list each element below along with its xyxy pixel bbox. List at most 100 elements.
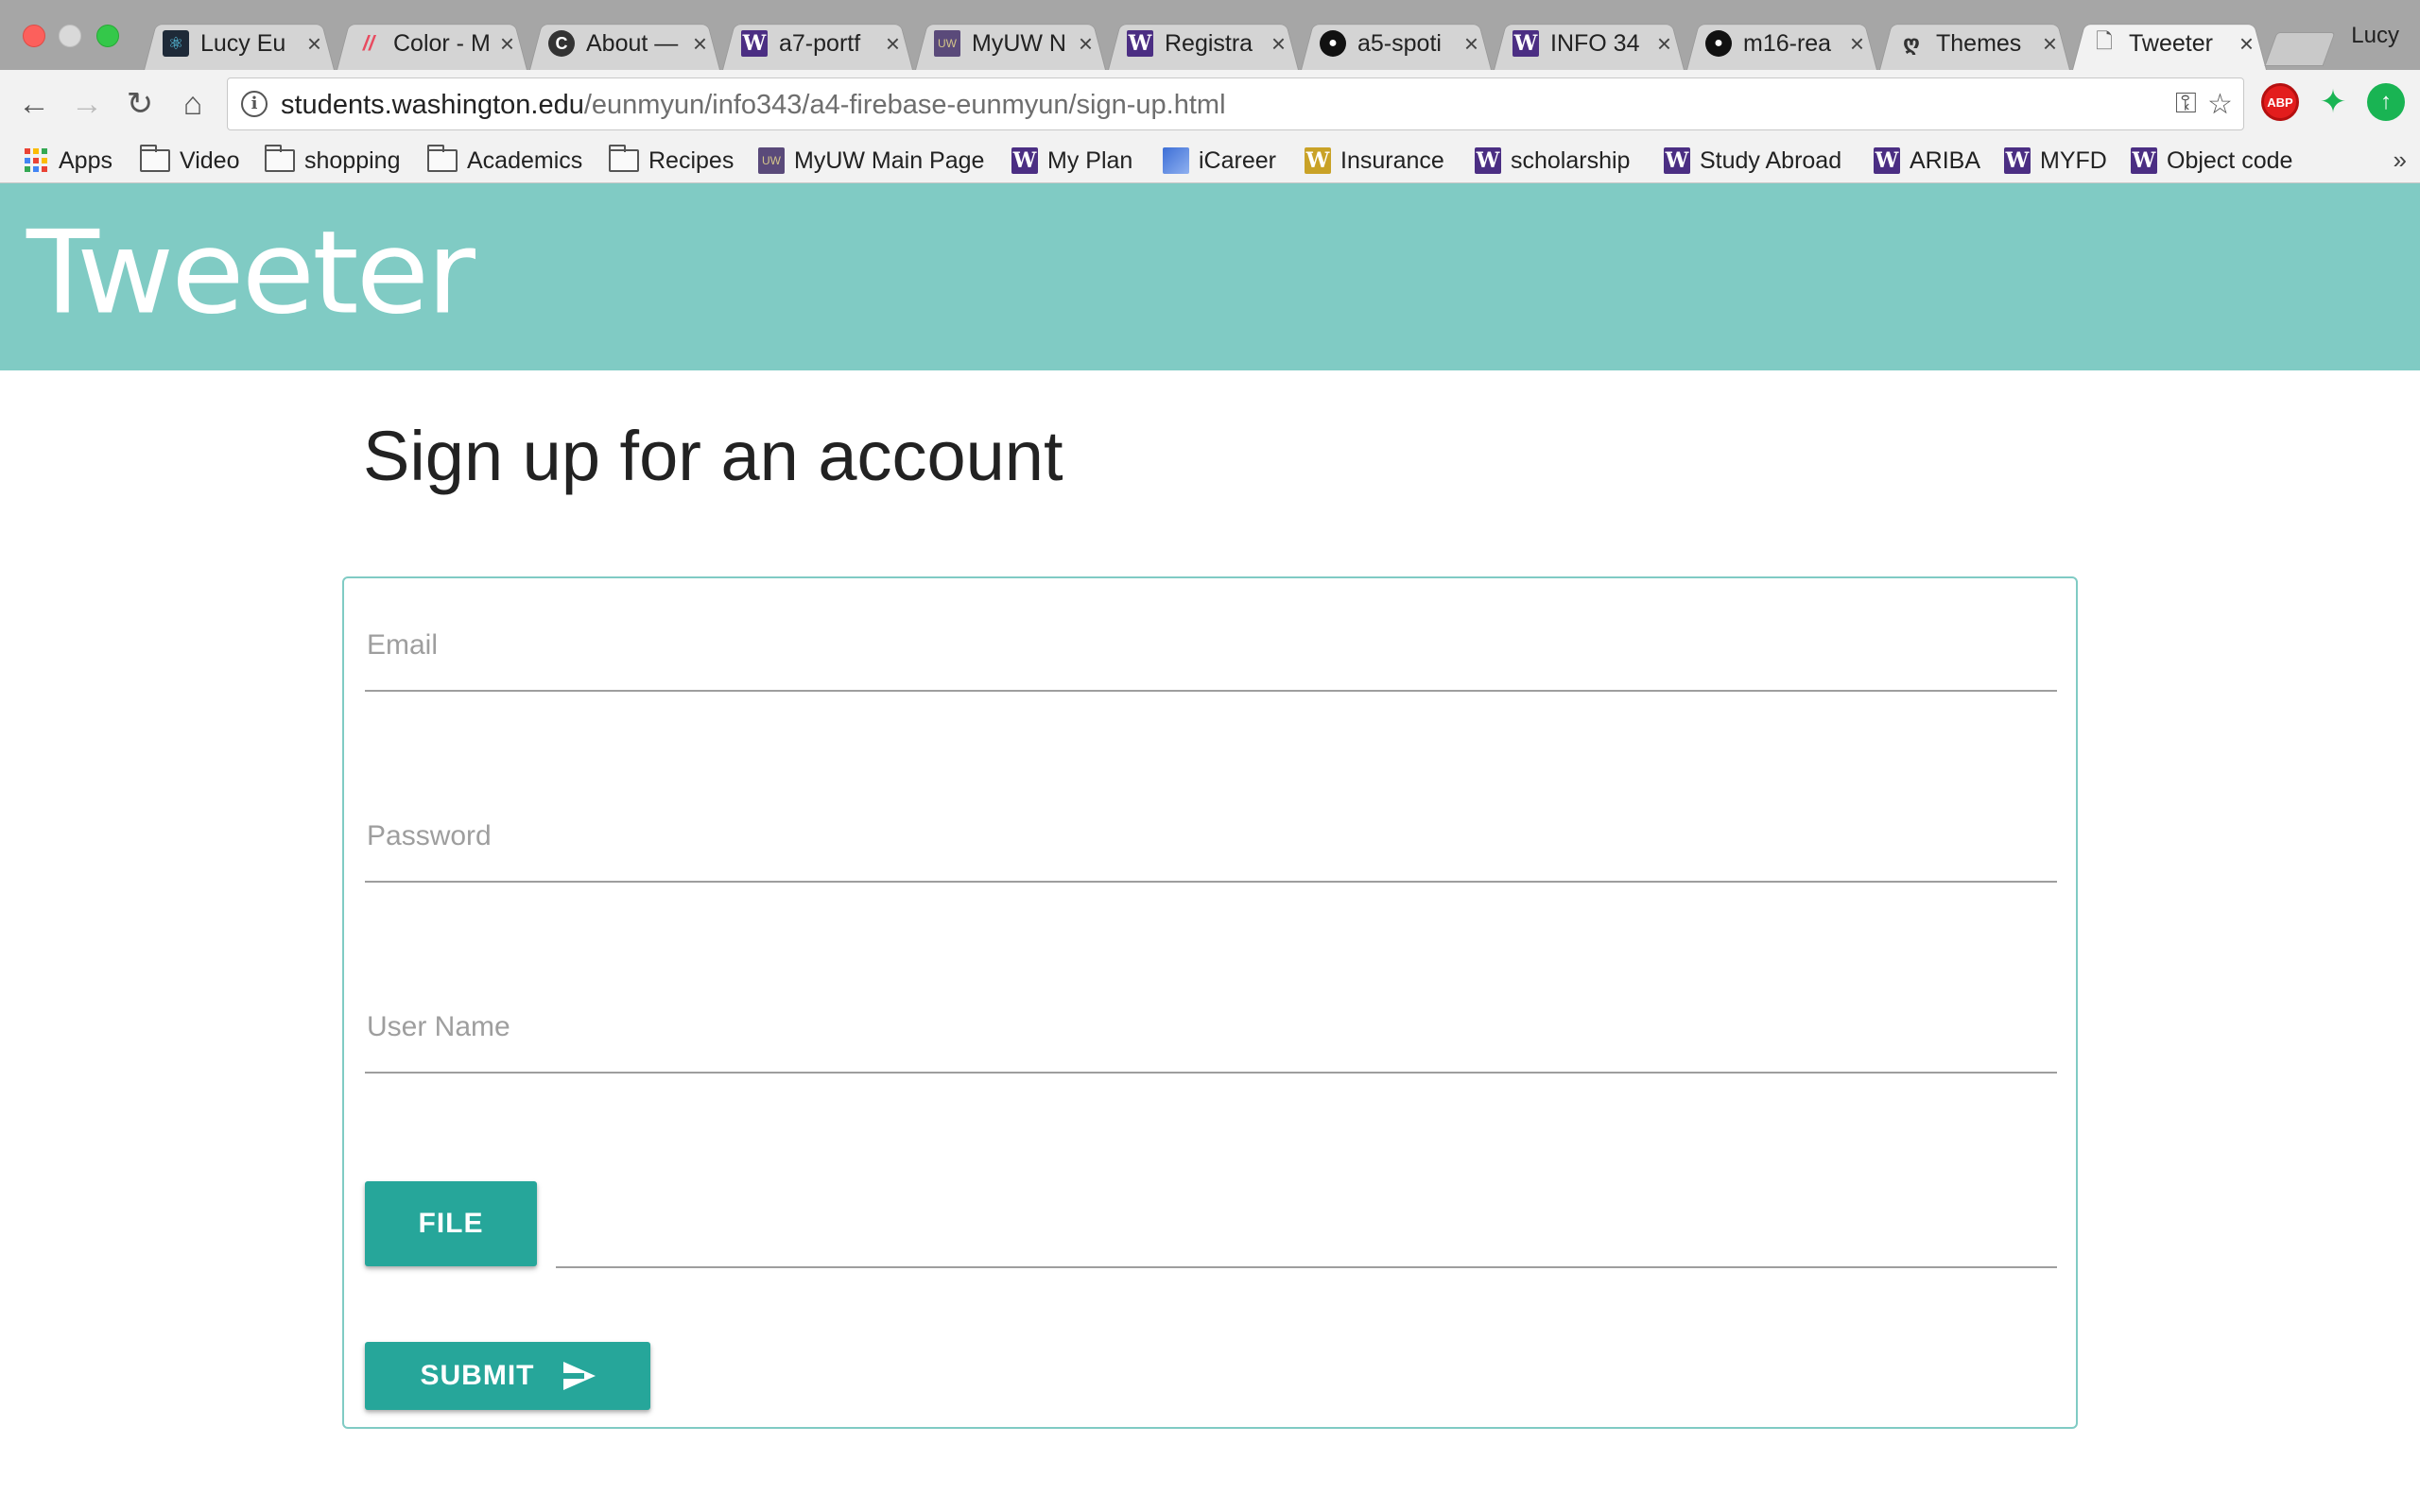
browser-tab[interactable]: UW MyUW N × bbox=[915, 17, 1106, 70]
extension-icon[interactable]: ✦ bbox=[2314, 83, 2352, 121]
bookmark-recipes[interactable]: Recipes bbox=[609, 144, 734, 178]
new-tab-button[interactable] bbox=[2271, 32, 2329, 66]
send-icon bbox=[562, 1362, 596, 1390]
app-header: Tweeter bbox=[0, 183, 2420, 370]
address-bar[interactable]: i students.washington.edu/eunmyun/info34… bbox=[227, 77, 2244, 130]
home-icon[interactable]: ⌂ bbox=[172, 83, 214, 125]
browser-tab[interactable]: W a7-portf × bbox=[722, 17, 913, 70]
url-text[interactable]: students.washington.edu/eunmyun/info343/… bbox=[281, 90, 1226, 121]
tab-strip: ⚛ Lucy Eu × // Color - M × C About — × W… bbox=[0, 0, 2420, 70]
browser-tab[interactable]: ● a5-spoti × bbox=[1301, 17, 1492, 70]
username-field[interactable]: User Name bbox=[365, 979, 2057, 1074]
file-button[interactable]: FILE bbox=[365, 1181, 537, 1266]
username-underline bbox=[365, 1072, 2057, 1074]
folder-icon bbox=[427, 145, 458, 172]
bookmark-video[interactable]: Video bbox=[140, 144, 240, 178]
close-tab-icon[interactable]: × bbox=[1079, 29, 1093, 59]
bookmark-myfd[interactable]: W MYFD bbox=[2004, 144, 2107, 178]
submit-button[interactable]: SUBMIT bbox=[365, 1342, 650, 1410]
close-tab-icon[interactable]: × bbox=[693, 29, 707, 59]
browser-tab[interactable]: W Registra × bbox=[1108, 17, 1299, 70]
close-window-button[interactable] bbox=[23, 25, 45, 47]
back-arrow-icon[interactable]: ← bbox=[13, 83, 55, 125]
bookmark-object-code[interactable]: W Object code bbox=[2131, 144, 2292, 178]
bookmark-my-plan[interactable]: W My Plan bbox=[1011, 144, 1132, 178]
username-input[interactable] bbox=[365, 979, 2057, 1074]
profile-name[interactable]: Lucy bbox=[2351, 23, 2399, 49]
tab-title: Registra bbox=[1165, 29, 1253, 57]
uw-w-icon: W bbox=[1664, 147, 1690, 174]
browser-tab[interactable]: W INFO 34 × bbox=[1494, 17, 1685, 70]
themes-icon: ღ bbox=[1903, 31, 1920, 55]
bookmark-apps[interactable]: Apps bbox=[25, 144, 112, 178]
tab-title: a7-portf bbox=[779, 29, 861, 57]
react-icon: ⚛ bbox=[163, 30, 189, 57]
browser-tab[interactable]: C About — × bbox=[529, 17, 720, 70]
email-field[interactable]: Email bbox=[365, 597, 2057, 692]
close-tab-icon[interactable]: × bbox=[886, 29, 900, 59]
file-path-field[interactable] bbox=[556, 1221, 2057, 1268]
close-tab-icon[interactable]: × bbox=[500, 29, 514, 59]
tab-title: Color - M bbox=[393, 29, 491, 57]
browser-tab[interactable]: ღ Themes × bbox=[1879, 17, 2070, 70]
bookmark-icareer[interactable]: iCareer bbox=[1163, 144, 1276, 178]
close-tab-icon[interactable]: × bbox=[1850, 29, 1864, 59]
upload-extension-icon[interactable]: ↑ bbox=[2367, 83, 2405, 121]
info-icon[interactable]: i bbox=[241, 91, 268, 117]
close-tab-icon[interactable]: × bbox=[2043, 29, 2057, 59]
page-title: Sign up for an account bbox=[363, 417, 1063, 495]
c-icon: C bbox=[548, 30, 575, 57]
page-icon: 🗋 bbox=[2096, 29, 2113, 53]
icareer-icon bbox=[1163, 147, 1189, 174]
bookmark-label: Insurance bbox=[1340, 146, 1444, 174]
bookmark-shopping[interactable]: shopping bbox=[265, 144, 400, 178]
more-bookmarks-icon[interactable]: » bbox=[2394, 146, 2407, 175]
bookmark-label: Apps bbox=[59, 146, 112, 174]
tab-title: Themes bbox=[1936, 29, 2022, 57]
minimize-window-button[interactable] bbox=[59, 25, 81, 47]
uw-w-icon: W bbox=[1512, 30, 1539, 57]
bookmark-label: Video bbox=[180, 146, 240, 174]
folder-icon bbox=[265, 145, 295, 172]
password-field[interactable]: Password bbox=[365, 788, 2057, 883]
folder-icon bbox=[140, 145, 170, 172]
tab-title: a5-spoti bbox=[1357, 29, 1442, 57]
bookmark-insurance[interactable]: W Insurance bbox=[1305, 144, 1444, 178]
browser-tab[interactable]: ⚛ Lucy Eu × bbox=[144, 17, 335, 70]
tab-title: Lucy Eu bbox=[200, 29, 286, 57]
tab-title: About — bbox=[586, 29, 679, 57]
uw-w-icon: W bbox=[741, 30, 768, 57]
close-tab-icon[interactable]: × bbox=[2239, 29, 2254, 59]
adblock-icon[interactable]: ABP bbox=[2261, 83, 2299, 121]
bookmark-study-abroad[interactable]: W Study Abroad bbox=[1664, 144, 1841, 178]
browser-tab[interactable]: ● m16-rea × bbox=[1686, 17, 1877, 70]
myuw-icon: UW bbox=[758, 147, 785, 174]
close-tab-icon[interactable]: × bbox=[307, 29, 321, 59]
browser-tab[interactable]: // Color - M × bbox=[337, 17, 527, 70]
bookmark-label: Academics bbox=[467, 146, 583, 174]
reload-icon[interactable]: ↻ bbox=[119, 83, 161, 125]
tab-title: MyUW N bbox=[972, 29, 1066, 57]
uw-w-icon: W bbox=[1011, 147, 1038, 174]
close-tab-icon[interactable]: × bbox=[1657, 29, 1671, 59]
submit-label: SUBMIT bbox=[420, 1360, 535, 1391]
bookmark-myuw[interactable]: UW MyUW Main Page bbox=[758, 144, 984, 178]
forward-arrow-icon[interactable]: → bbox=[66, 83, 108, 125]
password-input[interactable] bbox=[365, 788, 2057, 883]
close-tab-icon[interactable]: × bbox=[1271, 29, 1286, 59]
close-tab-icon[interactable]: × bbox=[1464, 29, 1478, 59]
bookmark-label: scholarship bbox=[1511, 146, 1631, 174]
bookmark-scholarship[interactable]: W scholarship bbox=[1475, 144, 1630, 178]
browser-tab-active[interactable]: 🗋 Tweeter × bbox=[2072, 17, 2267, 70]
sign-up-form: Email Password User Name FILE SUBMIT bbox=[342, 576, 2078, 1429]
uw-w-icon: W bbox=[1475, 147, 1501, 174]
key-icon[interactable]: ⚿ bbox=[2175, 88, 2197, 120]
maximize-window-button[interactable] bbox=[96, 25, 119, 47]
email-underline bbox=[365, 690, 2057, 692]
bookmark-academics[interactable]: Academics bbox=[427, 144, 582, 178]
bookmarks-bar: Apps Video shopping Academics Recipes UW… bbox=[0, 138, 2420, 183]
email-input[interactable] bbox=[365, 597, 2057, 692]
bookmark-ariba[interactable]: W ARIBA bbox=[1874, 144, 1980, 178]
star-icon[interactable]: ☆ bbox=[2207, 88, 2233, 121]
bookmark-label: shopping bbox=[304, 146, 401, 174]
